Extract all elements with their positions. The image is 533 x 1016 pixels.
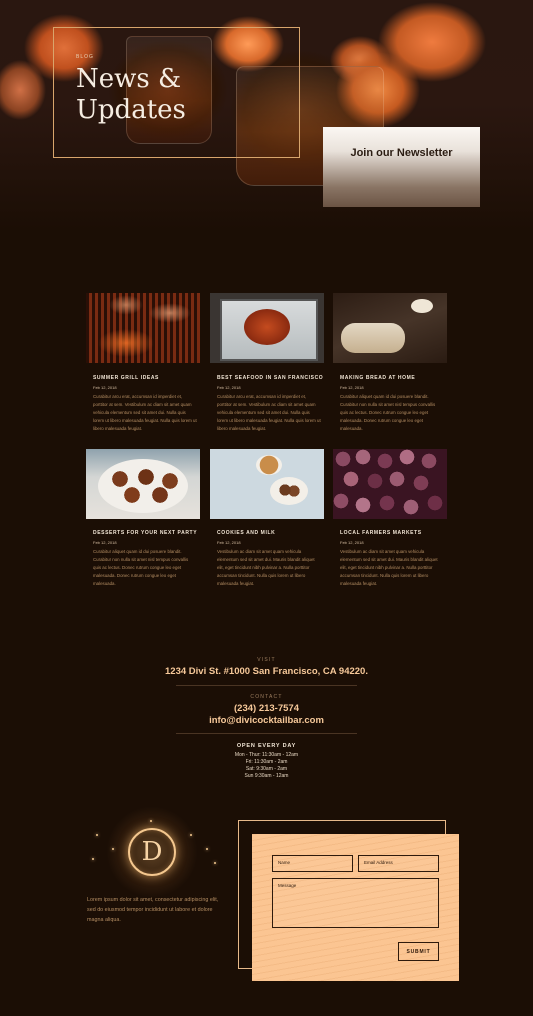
blog-card-date: Feb 12, 2018 xyxy=(93,540,117,545)
email-field[interactable]: Email Address xyxy=(358,855,439,872)
blog-card-image[interactable] xyxy=(86,449,200,519)
blog-card-date: Feb 12, 2018 xyxy=(217,385,241,390)
blog-card-date: Feb 12, 2018 xyxy=(340,385,364,390)
blog-card-date: Feb 12, 2018 xyxy=(93,385,117,390)
visit-label: VISIT xyxy=(257,657,276,663)
hours-title: OPEN EVERY DAY xyxy=(236,743,297,749)
sparkle-icon xyxy=(112,848,114,850)
blog-card-title[interactable]: MAKING BREAD AT HOME xyxy=(340,375,415,381)
hours-line: Sat: 9:30am - 2am xyxy=(245,766,288,772)
blog-card-image[interactable] xyxy=(333,449,447,519)
blog-card[interactable]: BEST SEAFOOD IN SAN FRANCISCO Feb 12, 20… xyxy=(210,293,324,431)
hours-line: Mon - Thur: 11:30am - 12am xyxy=(234,752,299,758)
blog-card-image[interactable] xyxy=(210,449,324,519)
blog-card[interactable]: MAKING BREAD AT HOME Feb 12, 2018 Curabi… xyxy=(333,293,447,431)
hero-eyebrow: BLOG xyxy=(76,54,94,60)
brand-logo[interactable]: D xyxy=(106,806,198,898)
name-field[interactable]: Name xyxy=(272,855,353,872)
newsletter-button[interactable]: Join our Newsletter xyxy=(323,127,480,207)
hours-line: Fri: 11:30am - 2am xyxy=(245,759,288,765)
name-field-label: Name xyxy=(278,860,291,865)
blog-card-image[interactable] xyxy=(333,293,447,363)
sparkle-icon xyxy=(96,834,98,836)
hours-line: Sun 9:30am - 12am xyxy=(244,773,289,779)
logo-ring-icon: D xyxy=(128,828,176,876)
sparkle-icon xyxy=(206,848,208,850)
blog-card[interactable]: SUMMER GRILL IDEAS Feb 12, 2018 Curabitu… xyxy=(86,293,200,431)
blog-card-excerpt: Curabitur arcu erat, accumsan id imperdi… xyxy=(93,394,197,431)
logo-letter: D xyxy=(141,837,163,867)
blog-card[interactable]: LOCAL FARMERS MARKETS Feb 12, 2018 Vesti… xyxy=(333,449,447,586)
newsletter-label: Join our Newsletter xyxy=(350,147,453,159)
sparkle-icon xyxy=(190,834,192,836)
email-field-label: Email Address xyxy=(364,860,393,865)
blog-card-date: Feb 12, 2018 xyxy=(340,540,364,545)
divider xyxy=(176,685,357,686)
blog-card-excerpt: Curabitur aliquet quam id dui posuere bl… xyxy=(340,394,436,431)
blog-card-title[interactable]: SUMMER GRILL IDEAS xyxy=(93,375,159,381)
blog-card-image[interactable] xyxy=(210,293,324,363)
blog-card-excerpt: Vestibulum ac diam sit amet quam vehicul… xyxy=(340,549,438,586)
blog-card[interactable]: COOKIES AND MILK Feb 12, 2018 Vestibulum… xyxy=(210,449,324,586)
contact-label: CONTACT xyxy=(250,694,283,700)
sparkle-icon xyxy=(92,858,94,860)
blog-card-title[interactable]: DESSERTS FOR YOUR NEXT PARTY xyxy=(93,530,197,536)
blog-card-date: Feb 12, 2018 xyxy=(217,540,241,545)
blog-card-excerpt: Curabitur arcu erat, accumsan id imperdi… xyxy=(217,394,321,431)
blog-card-excerpt: Vestibulum ac diam sit amet quam vehicul… xyxy=(217,549,315,586)
sparkle-icon xyxy=(214,862,216,864)
footer-text: Lorem ipsum dolor sit amet, consectetur … xyxy=(87,897,219,923)
submit-button[interactable]: SUBMIT xyxy=(398,942,439,961)
hours-list: Mon - Thur: 11:30am - 12am Fri: 11:30am … xyxy=(0,752,533,780)
blog-card-excerpt: Curabitur aliquet quam id dui posuere bl… xyxy=(93,549,189,586)
message-field-label: Message xyxy=(278,883,297,888)
page-title: News & Updates xyxy=(76,64,186,125)
blog-card-title[interactable]: COOKIES AND MILK xyxy=(217,530,275,536)
blog-card-title[interactable]: BEST SEAFOOD IN SAN FRANCISCO xyxy=(217,375,323,381)
divider xyxy=(176,733,357,734)
address: 1234 Divi St. #1000 San Francisco, CA 94… xyxy=(165,666,368,677)
sparkle-icon xyxy=(150,820,152,822)
blog-card-image[interactable] xyxy=(86,293,200,363)
phone-link[interactable]: (234) 213-7574 xyxy=(0,703,533,714)
blog-card[interactable]: DESSERTS FOR YOUR NEXT PARTY Feb 12, 201… xyxy=(86,449,200,586)
blog-card-title[interactable]: LOCAL FARMERS MARKETS xyxy=(340,530,422,536)
message-field[interactable]: Message xyxy=(272,878,439,928)
email-link[interactable]: info@divicocktailbar.com xyxy=(0,715,533,726)
